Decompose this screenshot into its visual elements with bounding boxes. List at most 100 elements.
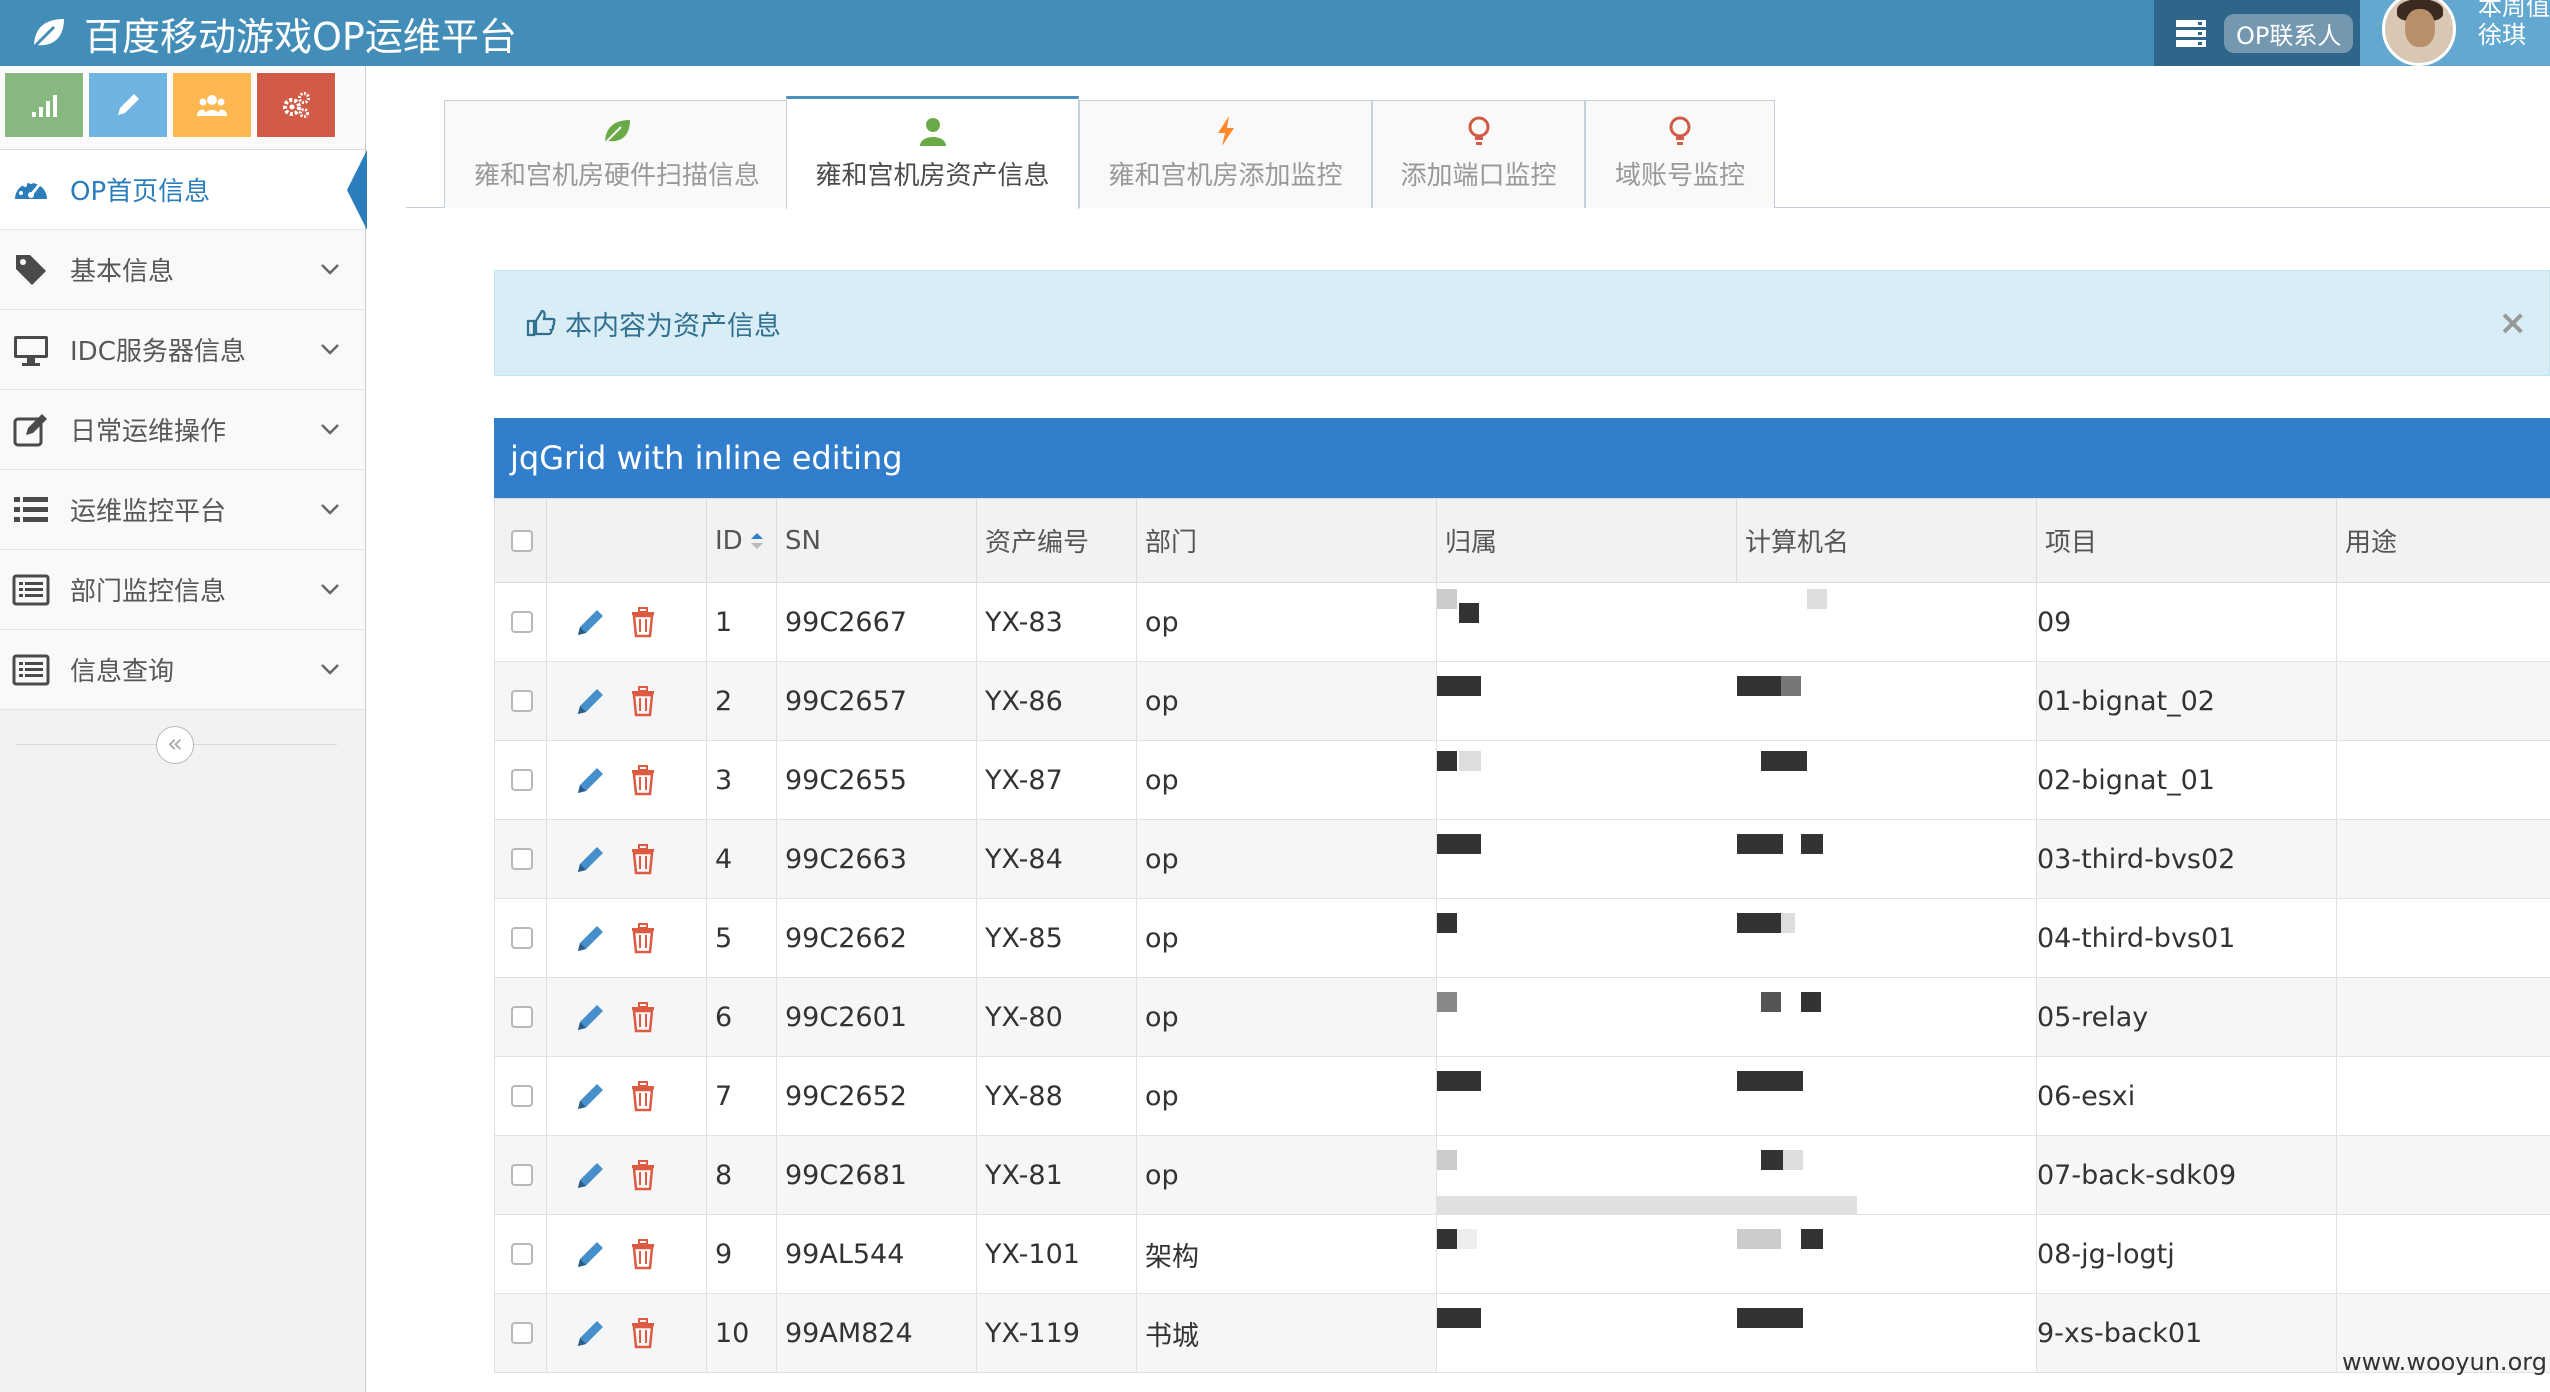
shortcut-edit-button[interactable] xyxy=(88,72,168,138)
brand-title: 百度移动游戏OP运维平台 xyxy=(84,14,517,59)
row-checkbox[interactable] xyxy=(511,927,533,949)
column-header-asset-no[interactable]: 资产编号 xyxy=(976,498,1137,583)
row-checkbox[interactable] xyxy=(511,848,533,870)
sidebar-item-idc-servers[interactable]: IDC服务器信息 xyxy=(0,310,365,390)
cell-asset-no: YX-87 xyxy=(976,740,1137,820)
column-header-owner[interactable]: 归属 xyxy=(1436,498,1737,583)
row-checkbox[interactable] xyxy=(511,690,533,712)
column-header-project[interactable]: 项目 xyxy=(2036,498,2337,583)
column-header-usage[interactable]: 用途 xyxy=(2336,498,2550,583)
chevron-down-icon xyxy=(321,264,339,275)
edit-pencil-icon[interactable] xyxy=(575,922,607,954)
sidebar-item-label: 日常运维操作 xyxy=(70,417,227,447)
cell-asset-no: YX-86 xyxy=(976,661,1137,741)
table-row[interactable]: 499C2663YX-84op03-third-bvs02bvs负载均衡 xyxy=(494,819,2550,899)
cell-hostname: 07-back-sdk09 xyxy=(2036,1135,2337,1215)
trash-icon[interactable] xyxy=(627,1317,659,1349)
row-checkbox[interactable] xyxy=(511,1006,533,1028)
op-contact-menu[interactable]: OP联系人 xyxy=(2154,0,2360,66)
sidebar-item-daily-ops[interactable]: 日常运维操作 xyxy=(0,390,365,470)
edit-pencil-icon[interactable] xyxy=(575,1001,607,1033)
sidebar-item-basic-info[interactable]: 基本信息 xyxy=(0,230,365,310)
table-row[interactable]: 1099AM824YX-119书城9-xs-back01书城后端 xyxy=(494,1293,2550,1373)
chevron-down-icon xyxy=(321,664,339,675)
tab-add-monitor[interactable]: 雍和宫机房添加监控 xyxy=(1079,100,1372,208)
sidebar: OP首页信息 基本信息 IDC服务器信息 日常运维操作 运维监控平台 部门监控信… xyxy=(0,66,367,1392)
shortcut-stats-button[interactable] xyxy=(4,72,84,138)
row-checkbox[interactable] xyxy=(511,1164,533,1186)
tab-asset-info[interactable]: 雍和宫机房资产信息 xyxy=(786,96,1079,209)
redacted-owner-cell xyxy=(1436,1293,2037,1373)
cell-department: op xyxy=(1136,1056,1437,1136)
edit-pencil-icon[interactable] xyxy=(575,1159,607,1191)
trash-icon[interactable] xyxy=(627,1080,659,1112)
cell-sn: 99C2667 xyxy=(776,582,977,662)
table-row[interactable]: 699C2601YX-80op05-relayop relay监控服务 xyxy=(494,977,2550,1057)
asset-grid: ID SN 资产编号 部门 归属 计算机名 项目 用途 1 99C2667 YX-8… xyxy=(494,498,2550,1392)
cell-id: 5 xyxy=(706,898,777,978)
row-checkbox[interactable] xyxy=(511,1243,533,1265)
edit-pencil-icon[interactable] xyxy=(575,1238,607,1270)
trash-icon[interactable] xyxy=(627,922,659,954)
trash-icon[interactable] xyxy=(627,1159,659,1191)
sidebar-item-monitor-platform[interactable]: 运维监控平台 xyxy=(0,470,365,550)
row-select-cell xyxy=(494,661,547,741)
trash-icon[interactable] xyxy=(627,843,659,875)
row-checkbox[interactable] xyxy=(511,1322,533,1344)
table-row[interactable]: 899C2681YX-81op07-back-sdk09关机 xyxy=(494,1135,2550,1215)
column-header-hostname[interactable]: 计算机名 xyxy=(1736,498,2037,583)
select-all-checkbox[interactable] xyxy=(511,529,533,552)
tab-domain-account-monitor[interactable]: 域账号监控 xyxy=(1585,100,1775,208)
edit-pencil-icon[interactable] xyxy=(575,843,607,875)
table-row[interactable]: 799C2652YX-88op06-esxiLDAP xyxy=(494,1056,2550,1136)
shortcut-users-button[interactable] xyxy=(172,72,252,138)
sidebar-collapse-button[interactable]: « xyxy=(156,726,194,764)
cell-department: op xyxy=(1136,1135,1437,1215)
row-select-cell xyxy=(494,819,547,899)
trash-icon[interactable] xyxy=(627,1001,659,1033)
edit-pencil-icon[interactable] xyxy=(575,685,607,717)
sidebar-item-dept-monitor[interactable]: 部门监控信息 xyxy=(0,550,365,630)
shortcut-settings-button[interactable] xyxy=(256,72,336,138)
trash-icon[interactable] xyxy=(627,764,659,796)
column-header-department[interactable]: 部门 xyxy=(1136,498,1437,583)
table-row[interactable]: 999AL544YX-101架构08-jg-logtjlog统计 xyxy=(494,1214,2550,1294)
sidebar-item-op-home[interactable]: OP首页信息 xyxy=(0,150,367,230)
column-header-id[interactable]: ID xyxy=(706,498,777,583)
cell-id: 1 xyxy=(706,582,777,662)
cell-hostname: 09 xyxy=(2036,582,2337,662)
column-header-sn[interactable]: SN xyxy=(776,498,977,583)
trash-icon[interactable] xyxy=(627,606,659,638)
alert-text: 本内容为资产信息 xyxy=(565,310,781,342)
redacted-owner-cell xyxy=(1436,1135,2037,1215)
tab-port-monitor[interactable]: 添加端口监控 xyxy=(1372,100,1585,208)
trash-icon[interactable] xyxy=(627,685,659,717)
trash-icon[interactable] xyxy=(627,1238,659,1270)
table-row[interactable]: 399C2655YX-87op02-bignat_01nat负载均衡 xyxy=(494,740,2550,820)
row-actions-cell xyxy=(546,1214,707,1294)
user-menu[interactable]: 本周值 徐琪 xyxy=(2360,0,2550,66)
sidebar-item-label: 基本信息 xyxy=(70,257,175,287)
row-checkbox[interactable] xyxy=(511,1085,533,1107)
sidebar-item-info-query[interactable]: 信息查询 xyxy=(0,630,365,710)
edit-pencil-icon[interactable] xyxy=(575,606,607,638)
row-select-cell xyxy=(494,1293,547,1373)
brand[interactable]: 百度移动游戏OP运维平台 xyxy=(28,0,517,66)
edit-icon xyxy=(13,413,47,446)
edit-pencil-icon[interactable] xyxy=(575,764,607,796)
edit-pencil-icon[interactable] xyxy=(575,1317,607,1349)
tab-hardware-scan[interactable]: 雍和宫机房硬件扫描信息 xyxy=(444,100,790,208)
edit-pencil-icon[interactable] xyxy=(575,1080,607,1112)
redacted-owner-cell xyxy=(1436,740,2037,820)
alert-close-button[interactable]: × xyxy=(2499,303,2528,343)
row-actions-cell xyxy=(546,661,707,741)
row-checkbox[interactable] xyxy=(511,611,533,633)
table-row[interactable]: 199C2667YX-83op09op 远程管理服务器 xyxy=(494,582,2550,662)
table-row[interactable]: 299C2657YX-86op01-bignat_02nat负载均衡1 xyxy=(494,661,2550,741)
row-actions-cell xyxy=(546,1293,707,1373)
users-icon xyxy=(197,95,227,116)
table-row[interactable]: 599C2662YX-85op04-third-bvs01bvs负载均衡 xyxy=(494,898,2550,978)
tab-bar: 雍和宫机房硬件扫描信息 雍和宫机房资产信息 雍和宫机房添加监控 添加端口监控 域… xyxy=(406,96,2550,209)
row-checkbox[interactable] xyxy=(511,769,533,791)
server-icon xyxy=(2176,20,2206,47)
